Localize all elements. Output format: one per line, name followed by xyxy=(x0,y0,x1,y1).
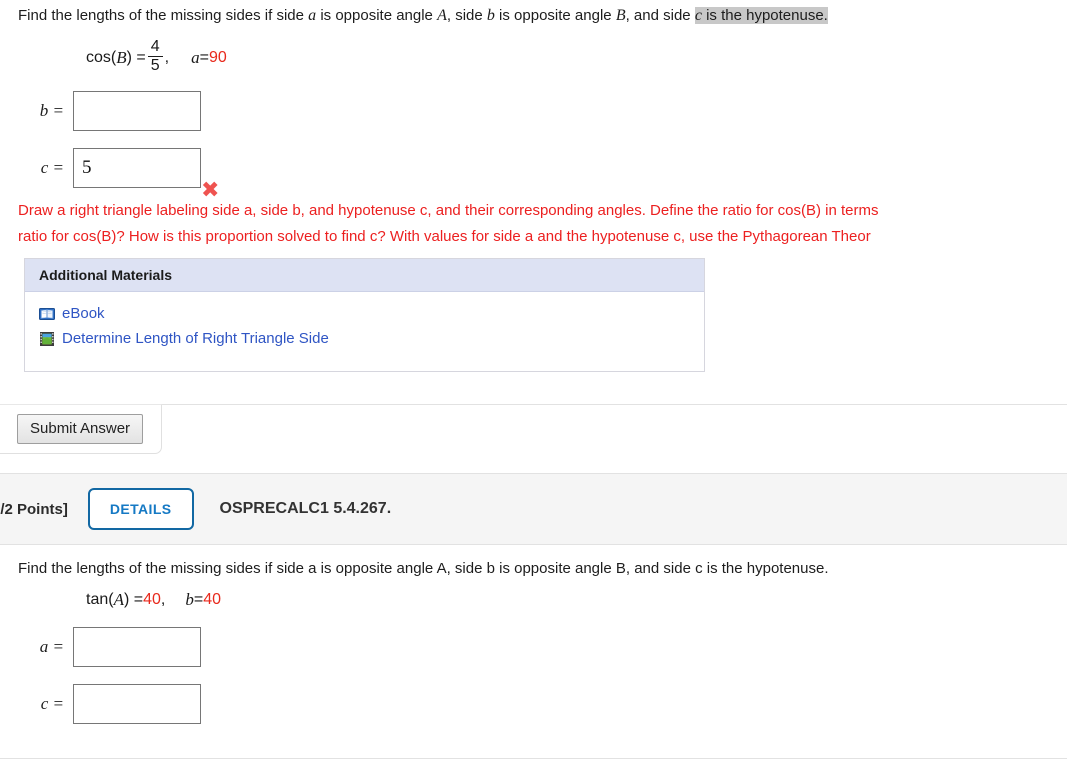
problem2-given: tan(A) = 40, b = 40 xyxy=(86,590,221,610)
additional-materials-panel: Additional Materials eBook Determine Len… xyxy=(24,258,705,372)
answer-row-a2: a = xyxy=(18,627,201,667)
answer-input-b[interactable] xyxy=(73,91,201,131)
given2-function-arg: A xyxy=(113,590,124,609)
additional-materials-list: eBook Determine Length of Right Triangle… xyxy=(25,292,704,371)
list-item[interactable]: eBook xyxy=(39,305,692,322)
problem2-prompt: Find the lengths of the missing sides if… xyxy=(18,560,829,577)
answer-var-c: c xyxy=(40,158,49,177)
prompt-text-5: , and side xyxy=(625,7,695,24)
ebook-icon xyxy=(39,306,55,322)
prompt-var-A: A xyxy=(437,7,447,24)
prompt-var-b: b xyxy=(486,7,495,24)
answer-label-a2: a = xyxy=(18,637,73,657)
given-second-equals: = xyxy=(199,48,209,66)
bottom-rule xyxy=(0,758,1067,759)
prompt-var-c: c xyxy=(694,7,702,24)
given2-comma: , xyxy=(160,591,166,608)
answer-label-b: b = xyxy=(18,101,73,121)
given2-function-name: tan( xyxy=(86,591,114,608)
prompt-var-a: a xyxy=(308,7,317,24)
submit-rule xyxy=(162,404,1067,405)
given-second-value: 90 xyxy=(208,48,227,66)
given2-second-var: b xyxy=(185,590,194,609)
video-icon xyxy=(39,331,55,347)
ebook-link[interactable]: eBook xyxy=(62,305,105,322)
answer-eq-a2: = xyxy=(52,637,64,656)
answer-row-b: b = xyxy=(18,91,201,131)
prompt-text-2: is opposite angle xyxy=(316,7,438,24)
given2-value: 40 xyxy=(143,591,161,608)
answer-row-c2: c = xyxy=(18,684,201,724)
answer-input-c[interactable] xyxy=(73,148,201,188)
given2-equals: ) = xyxy=(123,591,144,608)
list-item[interactable]: Determine Length of Right Triangle Side xyxy=(39,330,692,347)
answer-input-c2[interactable] xyxy=(73,684,201,724)
prompt-text-1: Find the lengths of the missing sides if… xyxy=(18,7,309,24)
answer-input-a2[interactable] xyxy=(73,627,201,667)
given2-second-value: 40 xyxy=(203,591,221,608)
fraction-denominator: 5 xyxy=(150,57,160,74)
answer-row-c: c = xyxy=(18,148,201,188)
answer-var-a2: a xyxy=(39,637,49,656)
feedback-line-1: Draw a right triangle labeling side a, s… xyxy=(18,202,879,219)
problem1-prompt: Find the lengths of the missing sides if… xyxy=(18,6,828,26)
answer-label-c2: c = xyxy=(18,694,73,714)
given-fraction: 4 5 xyxy=(147,38,163,74)
details-button[interactable]: DETAILS xyxy=(87,488,194,530)
prompt-var-B: B xyxy=(615,7,626,24)
answer-eq-b: = xyxy=(52,101,64,120)
answer-var-b: b xyxy=(39,101,49,120)
prompt-selection-highlight: c is the hypotenuse. xyxy=(694,7,828,24)
problem1-given: cos(B) = 4 5 , a = 90 xyxy=(86,38,227,75)
answer-var-c2: c xyxy=(40,694,49,713)
given-function-name: cos( xyxy=(86,48,117,66)
problem2-header-bar: –/2 Points] DETAILS OSPRECALC1 5.4.267. xyxy=(0,473,1067,545)
prompt-text-6: is the hypotenuse. xyxy=(701,7,828,24)
submit-answer-button[interactable]: Submit Answer xyxy=(17,414,144,444)
given-function-arg: B xyxy=(116,47,127,67)
prompt-text-3: , side xyxy=(446,7,487,24)
given-comma: , xyxy=(164,48,170,66)
submit-answer-container: Submit Answer xyxy=(0,404,162,454)
points-label: –/2 Points] xyxy=(0,500,68,518)
answer-eq-c2: = xyxy=(52,694,64,713)
feedback-line-2: ratio for cos(B)? How is this proportion… xyxy=(18,228,871,245)
video-link[interactable]: Determine Length of Right Triangle Side xyxy=(62,330,329,347)
fraction-numerator: 4 xyxy=(150,38,160,55)
given-second-var: a xyxy=(191,47,200,67)
answer-eq-c: = xyxy=(52,158,64,177)
prompt-text-4: is opposite angle xyxy=(494,7,616,24)
question-code: OSPRECALC1 5.4.267. xyxy=(219,500,392,517)
given-equals: ) = xyxy=(126,48,146,66)
answer-label-c: c = xyxy=(18,158,73,178)
given2-second-equals: = xyxy=(193,591,204,608)
additional-materials-title: Additional Materials xyxy=(25,259,704,292)
